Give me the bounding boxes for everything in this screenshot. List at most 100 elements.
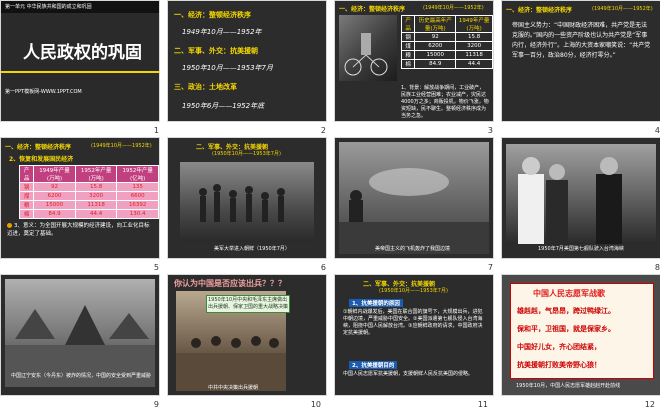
date-range: (1949年10月——1952年) (423, 5, 484, 11)
slide-number: 7 (487, 263, 493, 272)
table-cell: 92 (33, 182, 76, 192)
slide-number: 3 (487, 126, 493, 135)
slide-thumbnail-4[interactable]: 一、经济：整顿经济秩序 (1949年10月——1952年) 帝国主义势力：“中国… (502, 1, 660, 121)
date-range: 1950年10月——1953年7月 (182, 64, 273, 72)
discussion-question: 你认为中国是否应该出兵？？？ (174, 279, 286, 288)
subheading: 2、恢复和发展国民经济 (9, 156, 74, 163)
purpose-text: 中国人民志愿军抗美援朝，支援朝鲜人民反抗美国的侵略。 (343, 371, 474, 377)
table-cell: 84.9 (33, 209, 76, 219)
slide-thumbnail-11[interactable]: 二、军事、外交：抗美援朝 (1950年10月——1953年7月) 1、抗美援朝的… (335, 275, 493, 395)
section-heading: 二、军事、外交：抗美援朝 (363, 281, 436, 288)
quote-text: 帝国主义势力：“中国财政经济困难，共产党是无法克服的。”国内的一些资产阶级也认为… (512, 22, 651, 59)
table-row: 煤 6200 3200 6600 (18, 191, 159, 201)
ruins-photo (5, 279, 155, 387)
photo-caption: 美军大举进入朝鲜（1950年7月） (214, 246, 290, 252)
table-row: 粮 15000 11318 16392 (18, 200, 159, 210)
slide-thumbnail-5[interactable]: 一、经济：整顿经济秩序 (1949年10月——1952年) 2、恢复和发展国民经… (1, 138, 159, 258)
table-row: 棉 84.9 44.4 130.4 (18, 209, 159, 219)
table-cell: 135 (116, 182, 159, 192)
table-cell: 粮 (400, 50, 416, 60)
lyric-line: 雄赳赳，气昂昂，跨过鸭绿江。 (517, 307, 615, 315)
slide-sorter-grid: 第一单元 中华民族共和国的成立和巩固 人民政权的巩固 第一PPT模板网-WWW.… (1, 1, 660, 409)
table-cell: 44.4 (455, 59, 493, 69)
decision-note: 1950年10月中央和毛泽东主席做出出兵援朝、保家卫国的重大战略决策 (206, 295, 290, 313)
table-cell: 15.8 (74, 182, 118, 192)
unit-label: 第一单元 中华民族共和国的成立和巩固 (5, 4, 92, 10)
bicycles-photo (339, 15, 397, 81)
table-cell: 煤 (18, 191, 35, 201)
slide-thumbnail-1[interactable]: 第一单元 中华民族共和国的成立和巩固 人民政权的巩固 第一PPT模板网-WWW.… (1, 1, 159, 121)
table-header: 产品 (400, 15, 416, 33)
table-cell: 11318 (74, 200, 118, 210)
date-range: (1950年10月——1953年7月) (212, 151, 281, 157)
table-row: 粮 15000 11318 (400, 50, 493, 60)
table-cell: 15000 (414, 50, 457, 60)
table-cell: 84.9 (414, 59, 457, 69)
bullet-icon (7, 223, 12, 228)
photo-caption: 中共中央决策出兵援朝 (208, 385, 259, 391)
date-range: 1950年6月——1952年底 (182, 102, 265, 110)
table-header: 1949年产量(万吨) (33, 165, 76, 183)
table-cell: 棉 (18, 209, 35, 219)
table-row: 煤 6200 3200 (400, 41, 493, 51)
slide-number: 2 (320, 126, 326, 135)
slide-number: 10 (310, 400, 321, 409)
slide-number: 6 (320, 263, 326, 272)
subheading-reasons: 1、抗美援朝的原因 (349, 299, 403, 307)
slide-number: 11 (477, 400, 488, 409)
table-cell: 3200 (74, 191, 118, 201)
slide-title: 人民政权的巩固 (23, 43, 142, 63)
slide-number: 12 (644, 400, 655, 409)
slide-number: 5 (153, 263, 159, 272)
table-cell: 棉 (400, 59, 416, 69)
slide-number: 9 (153, 400, 159, 409)
site-credit: 第一PPT模板网-WWW.1PPT.COM (5, 89, 82, 95)
slide-thumbnail-7[interactable]: 美帝国主义的飞机轰炸了我国边境 (335, 138, 493, 258)
table-cell: 130.4 (116, 209, 159, 219)
table-cell: 15.8 (455, 32, 493, 42)
lyric-line: 抗美援朝打败美帝野心狼！ (517, 361, 601, 369)
table-cell: 6600 (116, 191, 159, 201)
table-header: 产品 (18, 165, 35, 183)
photo-caption: 1950年7月美国第七舰队驶入台湾海峡 (538, 246, 624, 252)
table-cell: 11318 (455, 50, 493, 60)
slide-number: 4 (654, 126, 660, 135)
table-header: 1952年产量(万吨) (74, 165, 118, 183)
slide-thumbnail-12[interactable]: 中国人民志愿军战歌 雄赳赳，气昂昂，跨过鸭绿江。 保和平，卫祖国，就是保家乡。 … (502, 275, 660, 395)
background-caption: 1、背景：解放战争期间，工业破产，民族工业经营困难；农业减产，灾民达4000万之… (401, 85, 489, 119)
photo-caption: 中国辽宁安东（今丹东）被炸的情况，中国的安全受到严重威胁 (11, 373, 152, 379)
lyric-line: 中国好儿女，齐心团结紧， (517, 343, 601, 351)
table-row: 钢 92 15.8 (400, 32, 493, 42)
section-heading: 一、经济：整顿经济秩序 (506, 7, 573, 14)
date-range: 1949年10月——1952年 (182, 28, 262, 36)
song-lyrics-panel: 中国人民志愿军战歌 雄赳赳，气昂昂，跨过鸭绿江。 保和平，卫祖国，就是保家乡。 … (510, 283, 654, 379)
table-cell: 44.4 (74, 209, 118, 219)
date-range: (1949年10月——1952年) (91, 143, 152, 149)
table-header: 1952年产量(亿吨) (116, 165, 159, 183)
section-heading: 一、经济：整顿经济秩序 (339, 6, 406, 13)
slide-thumbnail-2[interactable]: 一、经济：整顿经济秩序 1949年10月——1952年 二、军事、外交：抗美援朝… (168, 1, 326, 121)
officers-photo (506, 144, 656, 244)
table-cell: 15000 (33, 200, 76, 210)
section-heading: 二、军事、外交：抗美援朝 (196, 144, 269, 151)
table-row: 钢 92 15.8 135 (18, 182, 159, 192)
subheading-purpose: 2、抗美援朝目的 (349, 361, 398, 369)
slide-thumbnail-6[interactable]: 二、军事、外交：抗美援朝 (1950年10月——1953年7月) 美军大举进入朝… (168, 138, 326, 258)
table-cell: 92 (414, 32, 457, 42)
note-text: 3、意义：为全国开展大规模的经济建设，向工业化目标迈进，奠定了基础。 (7, 223, 150, 237)
slide-thumbnail-3[interactable]: 一、经济：整顿经济秩序 (1949年10月——1952年) 产品 历史最高年产量… (335, 1, 493, 121)
slide-number: 8 (654, 263, 660, 272)
table-header: 历史最高年产量(万吨) (414, 15, 457, 33)
table-cell: 6200 (414, 41, 457, 51)
slide-thumbnail-9[interactable]: 中国辽宁安东（今丹东）被炸的情况，中国的安全受到严重威胁 (1, 275, 159, 395)
bombing-photo (339, 142, 489, 254)
section-heading: 二、军事、外交：抗美援朝 (174, 47, 258, 55)
divider (1, 71, 159, 73)
section-heading: 一、经济：整顿经济秩序 (174, 11, 251, 19)
song-title: 中国人民志愿军战歌 (533, 289, 605, 298)
lyric-line: 保和平，卫祖国，就是保家乡。 (517, 325, 615, 333)
date-range: (1950年10月——1953年7月) (379, 288, 448, 294)
slide-thumbnail-8[interactable]: 1950年7月美国第七舰队驶入台湾海峡 (502, 138, 660, 258)
slide-thumbnail-10[interactable]: 你认为中国是否应该出兵？？？ 1950年10月中央和毛泽东主席做出出兵援朝、保家… (168, 275, 326, 395)
section-heading: 一、经济：整顿经济秩序 (5, 144, 72, 151)
